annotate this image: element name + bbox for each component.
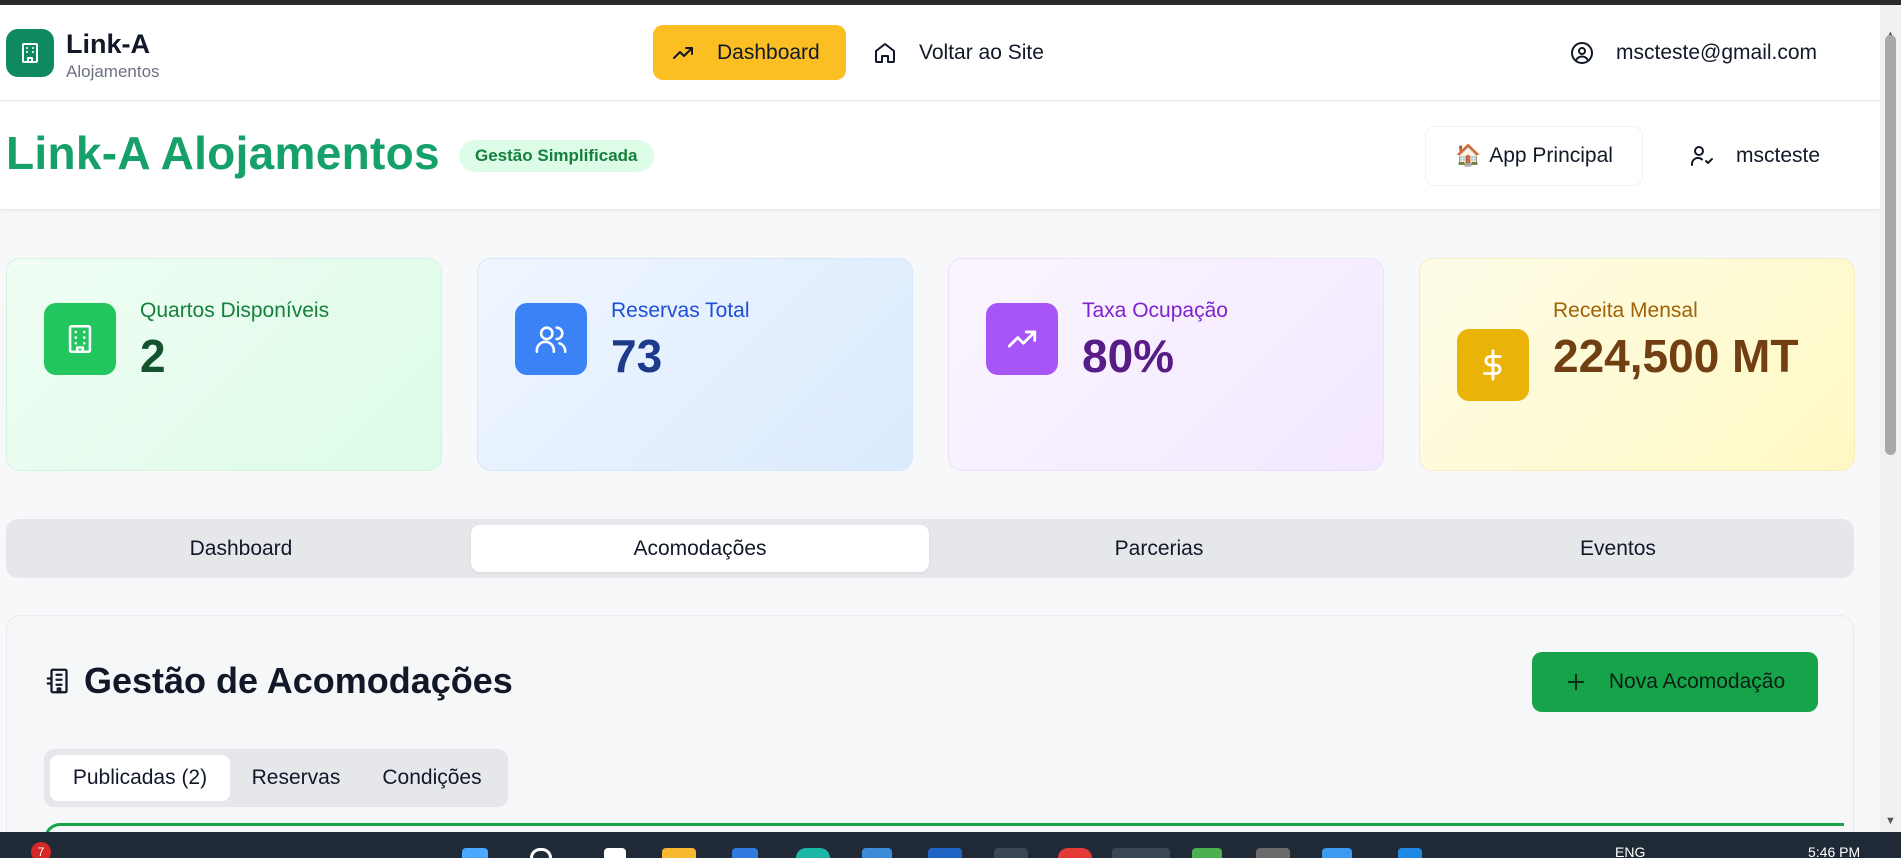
app-principal-label: App Principal xyxy=(1489,144,1613,167)
subtab-reservations[interactable]: Reservas xyxy=(236,755,356,801)
windows-start-icon[interactable] xyxy=(462,848,488,858)
tab-events[interactable]: Eventos xyxy=(1389,525,1847,572)
accommodation-subtabs: Publicadas (2) Reservas Condições xyxy=(44,749,508,807)
tab-partnerships[interactable]: Parcerias xyxy=(930,525,1388,572)
edge-browser-icon[interactable] xyxy=(796,848,830,858)
brand-subtitle: Alojamentos xyxy=(66,62,160,81)
stat-card-rooms-available: Quartos Disponíveis 2 xyxy=(6,258,442,471)
nav-dashboard-button[interactable]: Dashboard xyxy=(653,25,846,80)
status-badge: Gestão Simplificada xyxy=(459,140,654,172)
folder-icon[interactable] xyxy=(662,848,696,858)
stat-label: Receita Mensal xyxy=(1553,299,1698,322)
panel-title: Gestão de Acomodações xyxy=(44,660,513,702)
app-icon[interactable] xyxy=(1398,848,1422,858)
page-header: Link-A Alojamentos Gestão Simplificada 🏠… xyxy=(0,102,1880,210)
app-icon[interactable] xyxy=(1058,848,1092,858)
brand-logo-building-icon[interactable] xyxy=(6,29,54,77)
user-check-icon xyxy=(1690,146,1713,166)
stat-value: 2 xyxy=(140,330,166,382)
stat-card-total-reservations: Reservas Total 73 xyxy=(477,258,913,471)
stat-label: Taxa Ocupação xyxy=(1082,299,1228,322)
trending-up-icon xyxy=(673,46,693,59)
stat-label: Reservas Total xyxy=(611,299,750,322)
stat-card-occupancy-rate: Taxa Ocupação 80% xyxy=(948,258,1384,471)
language-indicator[interactable]: ENG xyxy=(1615,844,1645,858)
nav-user-email: mscteste@gmail.com xyxy=(1616,40,1818,64)
new-accommodation-button[interactable]: Nova Acomodação xyxy=(1532,652,1818,712)
brand-name[interactable]: Link-A xyxy=(66,29,150,60)
nav-back-to-site-button[interactable]: Voltar ao Site xyxy=(855,25,1070,80)
clock[interactable]: 5:46 PM xyxy=(1808,844,1860,858)
stat-card-monthly-revenue: Receita Mensal 224,500 MT xyxy=(1419,258,1855,471)
dollar-icon xyxy=(1457,329,1529,401)
page-scrollbar[interactable]: ▲ ▼ xyxy=(1880,5,1901,832)
trending-up-icon xyxy=(986,303,1058,375)
user-circle-icon xyxy=(1571,41,1593,64)
house-emoji-icon: 🏠 xyxy=(1455,144,1482,167)
app-icon[interactable] xyxy=(1256,848,1290,858)
nav-dashboard-label: Dashboard xyxy=(717,40,820,64)
stat-value: 224,500 MT xyxy=(1553,330,1799,382)
plus-icon xyxy=(1567,673,1585,691)
building-icon xyxy=(46,668,68,694)
user-menu-button[interactable]: mscteste xyxy=(1690,126,1820,186)
nav-user-account[interactable]: mscteste@gmail.com xyxy=(1570,25,1817,80)
scrollbar-thumb[interactable] xyxy=(1885,35,1896,455)
calendar-icon[interactable] xyxy=(1322,848,1352,858)
subtab-conditions[interactable]: Condições xyxy=(362,755,502,801)
home-icon xyxy=(875,42,895,63)
panel-title-text: Gestão de Acomodações xyxy=(84,660,513,701)
code-editor-icon[interactable] xyxy=(994,848,1028,858)
tab-dashboard[interactable]: Dashboard xyxy=(12,525,470,572)
file-icon[interactable] xyxy=(604,848,626,858)
username-label: mscteste xyxy=(1736,144,1821,167)
subtab-published[interactable]: Publicadas (2) xyxy=(50,755,230,801)
notification-badge: 7 xyxy=(31,842,51,858)
main-tabs: Dashboard Acomodações Parcerias Eventos xyxy=(6,519,1854,578)
building-icon xyxy=(44,303,116,375)
top-navigation: Link-A Alojamentos Dashboard Voltar ao S… xyxy=(0,5,1880,101)
page-title: Link-A Alojamentos xyxy=(6,127,440,179)
app-principal-button[interactable]: 🏠 App Principal xyxy=(1425,126,1643,186)
scroll-down-arrow-icon[interactable]: ▼ xyxy=(1884,815,1897,828)
stat-label: Quartos Disponíveis xyxy=(140,299,330,322)
stat-value: 73 xyxy=(611,330,663,382)
app-icon[interactable] xyxy=(928,848,962,858)
new-accommodation-label: Nova Acomodação xyxy=(1608,670,1786,693)
os-taskbar: 7 ENG 5:46 PM xyxy=(0,832,1901,858)
app-icon[interactable] xyxy=(862,848,892,858)
tab-accommodations[interactable]: Acomodações xyxy=(471,525,929,572)
users-icon xyxy=(515,303,587,375)
stat-value: 80% xyxy=(1082,330,1175,382)
search-icon[interactable] xyxy=(530,848,552,858)
nav-back-to-site-label: Voltar ao Site xyxy=(919,40,1044,64)
chrome-browser-icon[interactable] xyxy=(1112,848,1170,858)
app-icon[interactable] xyxy=(732,848,758,858)
accommodations-panel: Gestão de Acomodações Nova Acomodação Pu… xyxy=(6,615,1854,858)
app-icon[interactable] xyxy=(1192,848,1222,858)
